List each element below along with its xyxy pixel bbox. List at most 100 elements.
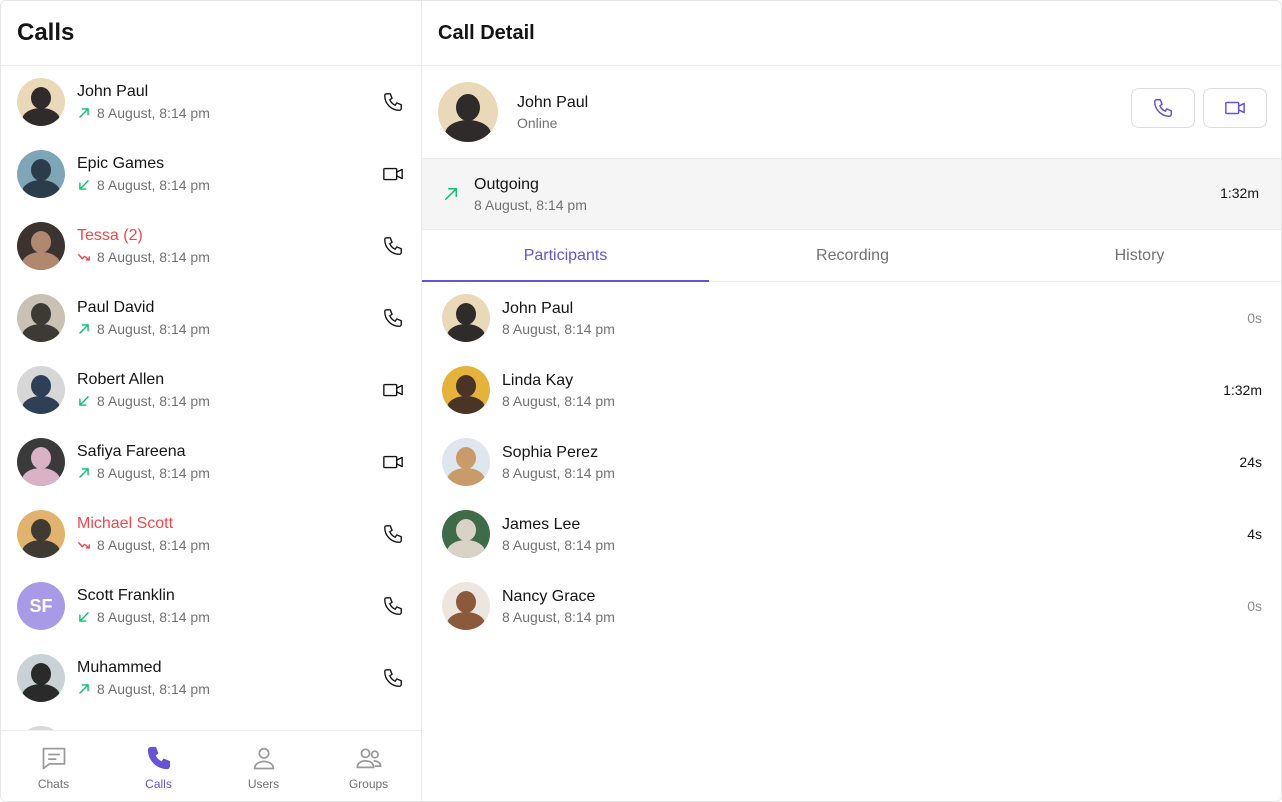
video-call-button[interactable] (381, 450, 405, 474)
participant-item[interactable]: John Paul 8 August, 8:14 pm 0s (422, 282, 1281, 354)
participant-duration: 0s (1247, 598, 1262, 614)
phone-icon (145, 744, 173, 772)
avatar (17, 222, 65, 270)
participant-name: John Paul (502, 300, 574, 317)
call-detail-panel: Call Detail John Paul Online Outgoing 8 … (422, 1, 1281, 801)
video-icon (383, 167, 403, 181)
incoming-call-icon (77, 178, 91, 192)
voice-call-button[interactable] (381, 306, 405, 330)
video-call-button[interactable] (381, 378, 405, 402)
group-icon (355, 744, 383, 772)
participant-duration: 0s (1247, 310, 1262, 326)
call-log-date: 8 August, 8:14 pm (97, 105, 210, 121)
call-log-item[interactable]: Paul David 8 August, 8:14 pm (1, 282, 421, 354)
outgoing-call-icon (77, 682, 91, 696)
call-log-date: 8 August, 8:14 pm (97, 393, 210, 409)
participant-name: Nancy Grace (502, 588, 596, 605)
call-log-item[interactable]: Tessa (2) 8 August, 8:14 pm (1, 210, 421, 282)
contact-status: Online (517, 115, 558, 131)
bottom-nav: Chats Calls Users Groups (1, 730, 421, 801)
nav-chats[interactable]: Chats (1, 731, 106, 801)
voice-call-button[interactable] (381, 90, 405, 114)
nav-label: Users (247, 776, 280, 791)
avatar (442, 582, 490, 630)
call-log-name: John Paul (77, 83, 149, 100)
user-icon (250, 744, 278, 772)
participant-duration: 24s (1239, 454, 1262, 470)
video-icon (383, 383, 403, 397)
contact-name: John Paul (517, 94, 589, 111)
call-log-item[interactable]: Safiya Fareena 8 August, 8:14 pm (1, 426, 421, 498)
participant-date: 8 August, 8:14 pm (502, 609, 615, 625)
outgoing-call-icon (77, 106, 91, 120)
call-detail-header: Call Detail (422, 1, 1281, 66)
call-log-name: Safiya Fareena (77, 443, 186, 460)
voice-call-button[interactable] (381, 594, 405, 618)
phone-icon (384, 93, 402, 111)
call-log-item[interactable]: Robert Allen 8 August, 8:14 pm (1, 354, 421, 426)
app-window: Calls John Paul 8 August, 8:14 pm Epic Gam… (0, 0, 1282, 802)
contact-avatar (438, 82, 498, 142)
call-log-item[interactable]: John Paul 8 August, 8:14 pm (1, 66, 421, 138)
detail-tabs: Participants Recording History (422, 230, 1281, 282)
call-log-name: Scott Franklin (77, 587, 175, 604)
call-log-name: Tessa (2) (77, 227, 143, 244)
chat-icon (40, 744, 68, 772)
call-log-item[interactable]: SF Scott Franklin 8 August, 8:14 pm (1, 570, 421, 642)
voice-call-button[interactable] (381, 522, 405, 546)
voice-call-button[interactable] (381, 666, 405, 690)
incoming-call-icon (77, 394, 91, 408)
calls-header: Calls (1, 1, 421, 66)
call-log-item[interactable]: Muhammed 8 August, 8:14 pm (1, 642, 421, 714)
call-log-name: Epic Games (77, 155, 165, 172)
avatar (442, 510, 490, 558)
participant-item[interactable]: James Lee 8 August, 8:14 pm 4s (422, 498, 1281, 570)
avatar (17, 654, 65, 702)
call-log-name: Paul David (77, 299, 155, 316)
avatar (17, 438, 65, 486)
participant-date: 8 August, 8:14 pm (502, 537, 615, 553)
call-log-name: Muhammed (77, 659, 162, 676)
tab-history[interactable]: History (996, 230, 1281, 281)
tab-participants[interactable]: Participants (422, 230, 709, 282)
contact-card: John Paul Online (422, 66, 1281, 158)
missed-call-icon (77, 250, 91, 264)
phone-icon (384, 309, 402, 327)
call-log-name: Michael Scott (77, 515, 174, 532)
avatar (17, 78, 65, 126)
nav-label: Groups (348, 776, 389, 791)
call-summary: Outgoing 8 August, 8:14 pm 1:32m (422, 158, 1281, 230)
voice-call-button[interactable] (381, 234, 405, 258)
video-icon (383, 455, 403, 469)
participant-item[interactable]: Sophia Perez 8 August, 8:14 pm 24s (422, 426, 1281, 498)
missed-call-icon (77, 538, 91, 552)
participant-item[interactable]: Linda Kay 8 August, 8:14 pm 1:32m (422, 354, 1281, 426)
call-summary-duration: 1:32m (1220, 185, 1259, 201)
participants-list: John Paul 8 August, 8:14 pm 0s Linda Kay 8 A… (422, 282, 1281, 642)
participant-item[interactable]: Nancy Grace 8 August, 8:14 pm 0s (422, 570, 1281, 642)
calls-title: Calls (17, 19, 75, 46)
nav-users[interactable]: Users (211, 731, 316, 801)
call-log-date: 8 August, 8:14 pm (97, 465, 210, 481)
participant-name: James Lee (502, 516, 581, 533)
call-log-date: 8 August, 8:14 pm (97, 321, 210, 337)
video-call-button[interactable] (1203, 88, 1267, 128)
tab-recording[interactable]: Recording (709, 230, 996, 281)
participant-date: 8 August, 8:14 pm (502, 393, 615, 409)
avatar (17, 366, 65, 414)
voice-call-button[interactable] (1131, 88, 1195, 128)
outgoing-call-icon (77, 466, 91, 480)
nav-groups[interactable]: Groups (316, 731, 421, 801)
avatar: SF (17, 582, 65, 630)
calls-panel: Calls John Paul 8 August, 8:14 pm Epic Gam… (1, 1, 422, 801)
video-call-button[interactable] (381, 162, 405, 186)
phone-icon (384, 525, 402, 543)
call-detail-title: Call Detail (438, 21, 535, 44)
nav-calls[interactable]: Calls (106, 731, 211, 801)
call-log-date: 8 August, 8:14 pm (97, 609, 210, 625)
call-log-item-partial (1, 714, 421, 730)
call-summary-title: Outgoing (474, 176, 539, 193)
call-log-item[interactable]: Epic Games 8 August, 8:14 pm (1, 138, 421, 210)
nav-label: Chats (37, 776, 70, 791)
call-log-item[interactable]: Michael Scott 8 August, 8:14 pm (1, 498, 421, 570)
